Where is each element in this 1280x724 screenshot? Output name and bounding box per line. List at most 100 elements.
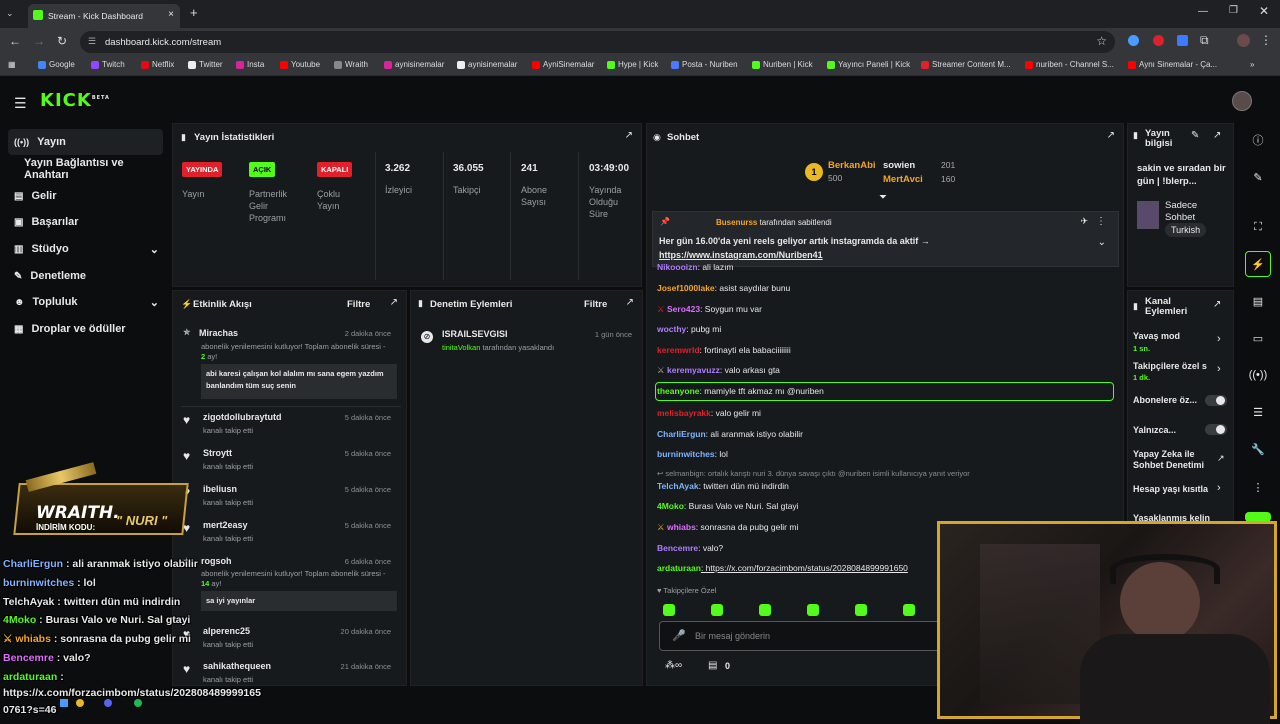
reload-icon[interactable]: ↻ — [57, 34, 67, 48]
feed-username[interactable]: rogsoh — [201, 556, 232, 566]
spotify-taskbar-icon[interactable] — [134, 699, 142, 707]
feed-username[interactable]: zigotdollubraytutd — [203, 412, 282, 422]
external-link-icon[interactable]: ↗ — [1217, 453, 1225, 464]
chevron-right-icon[interactable]: › — [1217, 333, 1221, 345]
new-tab-icon[interactable]: + — [190, 5, 198, 20]
kick-logo[interactable]: KICKBETA — [40, 90, 110, 111]
bookmark-item[interactable]: Youtube — [280, 60, 320, 69]
moderated-user[interactable]: ISRAILSEVGISI — [442, 329, 508, 339]
info-circle-icon[interactable]: ⓘ — [1245, 127, 1271, 153]
sidebar-item-stream[interactable]: ((•)) Yayın — [8, 129, 163, 155]
feed-username[interactable]: mert2easy — [203, 520, 248, 530]
minimize-icon[interactable]: — — [1198, 6, 1208, 17]
apps-grid-icon[interactable]: ▦ — [8, 60, 16, 69]
popout-icon[interactable]: ↗ — [626, 297, 634, 308]
popout-icon[interactable]: ↗ — [625, 130, 633, 141]
chevron-down-icon[interactable]: ⌄ — [1098, 237, 1106, 248]
back-icon[interactable]: ← — [9, 34, 21, 48]
url-bar[interactable]: ☰ dashboard.kick.com/stream ☆ — [80, 31, 1115, 53]
sidebar-item-revenue[interactable]: ▤ Gelir — [8, 183, 163, 209]
activity-filter-button[interactable]: Filtre — [347, 299, 370, 310]
top-gifter-name[interactable]: MertAvci — [883, 174, 923, 185]
chat-input[interactable]: 🎤 Bir mesaj gönderin — [659, 621, 949, 651]
extension-icon[interactable] — [1128, 35, 1139, 46]
feed-username[interactable]: ibeliusn — [203, 484, 237, 494]
bookmark-item[interactable]: Netflix — [141, 60, 174, 69]
bookmark-star-icon[interactable]: ☆ — [1096, 34, 1107, 48]
bookmarks-more-icon[interactable]: » — [1250, 60, 1254, 69]
popout-icon[interactable]: ↗ — [1213, 130, 1221, 141]
edit-icon[interactable]: ✎ — [1191, 130, 1199, 141]
sidebar-item-achievements[interactable]: ▣ Başarılar — [8, 209, 163, 235]
bookmark-item[interactable]: Nuriben | Kick — [752, 60, 813, 69]
chrome-taskbar-icon[interactable] — [76, 699, 84, 707]
emote-icon[interactable] — [759, 604, 771, 616]
chevron-right-icon[interactable]: › — [1217, 482, 1221, 494]
site-info-icon[interactable]: ☰ — [88, 36, 96, 47]
screenshot-icon[interactable]: ⛶ — [1245, 214, 1271, 240]
tab-close-icon[interactable]: × — [168, 9, 174, 20]
maximize-icon[interactable]: ❐ — [1229, 5, 1238, 16]
extensions-puzzle-icon[interactable]: ⧉ — [1200, 33, 1209, 48]
feed-username[interactable]: sahikathequeen — [203, 661, 271, 671]
popout-icon[interactable]: ↗ — [1213, 299, 1221, 310]
moderation-filter-button[interactable]: Filtre — [584, 299, 607, 310]
sidebar-item-studio[interactable]: ▥ Stüdyo ⌄ — [8, 236, 163, 262]
emote-only-toggle[interactable] — [1205, 424, 1227, 435]
more-options-icon[interactable]: ⋮ — [1096, 216, 1106, 227]
feed-username[interactable]: Stroytt — [203, 448, 232, 458]
bookmark-item[interactable]: Wraith — [334, 60, 368, 69]
taskbar-icon[interactable] — [60, 699, 68, 707]
forward-icon[interactable]: → — [33, 34, 45, 48]
discord-taskbar-icon[interactable] — [104, 699, 112, 707]
bookmark-item[interactable]: Streamer Content M... — [921, 60, 1011, 69]
pencil-icon[interactable]: ✎ — [1245, 164, 1271, 190]
broadcast-icon[interactable]: ((•)) — [1245, 362, 1271, 388]
bookmark-item[interactable]: Twitch — [91, 60, 125, 69]
bookmark-item[interactable]: Hype | Kick — [607, 60, 658, 69]
collapse-icon[interactable]: ⏷ — [879, 192, 887, 203]
chevron-right-icon[interactable]: › — [1217, 363, 1221, 375]
extension-icon[interactable] — [1153, 35, 1164, 46]
popout-icon[interactable]: ↗ — [390, 297, 398, 308]
bookmark-item[interactable]: Twitter — [188, 60, 223, 69]
unpin-icon[interactable]: ✈ — [1080, 216, 1088, 227]
wrench-icon[interactable]: 🔧 — [1245, 436, 1271, 462]
top-gifter-name[interactable]: sowien — [883, 160, 915, 171]
emote-icon[interactable] — [663, 604, 675, 616]
user-avatar[interactable] — [1232, 91, 1252, 111]
sidebar-item-moderation[interactable]: ✎ Denetleme — [8, 263, 163, 289]
close-window-icon[interactable]: ✕ — [1259, 4, 1269, 18]
store-icon[interactable]: ▤ — [708, 660, 717, 671]
menu-kebab-icon[interactable]: ⋮ — [1260, 33, 1272, 47]
extension-icon[interactable] — [1177, 35, 1188, 46]
popout-icon[interactable]: ↗ — [1107, 130, 1115, 141]
sidebar-item-stream-key[interactable]: Yayın Bağlantısı ve Anahtarı — [8, 156, 163, 182]
hamburger-menu-icon[interactable]: ☰ — [14, 95, 27, 112]
sidebar-item-community[interactable]: ☻ Topluluk ⌄ — [8, 289, 163, 315]
top-gifter-name[interactable]: BerkanAbi — [828, 160, 876, 171]
microphone-icon[interactable]: 🎤 — [672, 629, 686, 642]
bookmark-item[interactable]: Yayıncı Paneli | Kick — [827, 60, 910, 69]
chat-icon[interactable]: ▭ — [1245, 325, 1271, 351]
points-icon[interactable]: ⁂∞ — [665, 660, 682, 671]
pinned-link[interactable]: https://www.instagram.com/Nuriben41 — [659, 250, 823, 260]
bookmark-item[interactable]: nuriben - Channel S... — [1025, 60, 1114, 69]
emote-icon[interactable] — [903, 604, 915, 616]
profile-avatar-icon[interactable] — [1237, 34, 1250, 47]
emote-icon[interactable] — [711, 604, 723, 616]
bookmark-item[interactable]: AyniSinemalar — [532, 60, 594, 69]
bookmark-item[interactable]: Aynı Sinemalar - Ça... — [1128, 60, 1217, 69]
browser-tab[interactable]: Stream - Kick Dashboard × — [28, 4, 180, 28]
lightning-icon[interactable]: ⚡ — [1245, 251, 1271, 277]
emote-icon[interactable] — [855, 604, 867, 616]
document-icon[interactable]: ▤ — [1245, 288, 1271, 314]
bookmark-item[interactable]: aynisinemalar — [457, 60, 517, 69]
bookmark-item[interactable]: Google — [38, 60, 75, 69]
subscriber-mode-toggle[interactable] — [1205, 395, 1227, 406]
bookmark-item[interactable]: aynisinemalar — [384, 60, 444, 69]
feed-username[interactable]: alperenc25 — [203, 626, 250, 636]
feed-username[interactable]: Mirachas — [199, 328, 238, 338]
sidebar-item-drops[interactable]: ▦ Droplar ve ödüller — [8, 316, 163, 342]
bookmark-item[interactable]: Insta — [236, 60, 264, 69]
